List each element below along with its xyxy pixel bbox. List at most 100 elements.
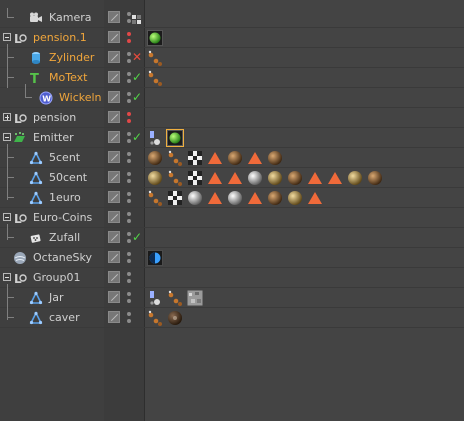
object-name[interactable]: Jar bbox=[49, 291, 64, 304]
gold-sphere-icon[interactable] bbox=[347, 170, 363, 186]
texture-dots-icon[interactable] bbox=[147, 70, 163, 86]
object-name[interactable]: MoText bbox=[49, 71, 87, 84]
editor-visibility-dot[interactable] bbox=[127, 192, 131, 196]
layer-color-icon[interactable] bbox=[108, 131, 120, 143]
gold-sphere-icon[interactable] bbox=[287, 190, 303, 206]
render-visibility-dot[interactable] bbox=[127, 299, 131, 303]
gold-sphere-icon[interactable] bbox=[267, 170, 283, 186]
object-row[interactable]: Zufall ✓ bbox=[0, 228, 464, 248]
gold-sphere-icon[interactable] bbox=[147, 170, 163, 186]
render-visibility-dot[interactable] bbox=[127, 199, 131, 203]
render-visibility-dot[interactable] bbox=[127, 39, 131, 43]
collapse-icon[interactable] bbox=[3, 33, 11, 41]
object-name[interactable]: Wickeln bbox=[59, 91, 102, 104]
render-visibility-dot[interactable] bbox=[127, 239, 131, 243]
orange-triangle-icon[interactable] bbox=[307, 190, 323, 206]
render-visibility-dot[interactable] bbox=[127, 279, 131, 283]
object-name[interactable]: 5cent bbox=[49, 151, 80, 164]
collapse-icon[interactable] bbox=[3, 213, 11, 221]
texture-dots-icon[interactable] bbox=[147, 310, 163, 326]
collapse-icon[interactable] bbox=[3, 133, 11, 141]
orange-triangle-icon[interactable] bbox=[327, 170, 343, 186]
object-name[interactable]: pension bbox=[33, 111, 76, 124]
object-name[interactable]: 1euro bbox=[49, 191, 81, 204]
layer-color-icon[interactable] bbox=[108, 251, 120, 263]
object-name[interactable]: OctaneSky bbox=[33, 251, 92, 264]
editor-visibility-dot[interactable] bbox=[127, 92, 131, 96]
brown-sphere-icon[interactable] bbox=[267, 190, 283, 206]
object-row[interactable]: Kamera bbox=[0, 8, 464, 28]
editor-visibility-dot[interactable] bbox=[127, 232, 131, 236]
layer-color-icon[interactable] bbox=[108, 311, 120, 323]
object-name[interactable]: Zylinder bbox=[49, 51, 94, 64]
brown-sphere-icon[interactable] bbox=[287, 170, 303, 186]
object-row[interactable]: 5cent bbox=[0, 148, 464, 168]
render-visibility-dot[interactable] bbox=[127, 159, 131, 163]
texture-dots-icon[interactable] bbox=[167, 150, 183, 166]
render-visibility-dot[interactable] bbox=[127, 259, 131, 263]
expand-icon[interactable] bbox=[3, 113, 11, 121]
layer-color-icon[interactable] bbox=[108, 31, 120, 43]
editor-visibility-dot[interactable] bbox=[127, 312, 131, 316]
object-row[interactable]: caver bbox=[0, 308, 464, 328]
render-visibility-dot[interactable] bbox=[127, 319, 131, 323]
layer-color-icon[interactable] bbox=[108, 171, 120, 183]
editor-visibility-dot[interactable] bbox=[127, 12, 131, 16]
brown-sphere-icon[interactable] bbox=[227, 150, 243, 166]
brown-sphere-icon[interactable] bbox=[367, 170, 383, 186]
layer-color-icon[interactable] bbox=[108, 291, 120, 303]
enabled-check-icon[interactable]: ✓ bbox=[132, 90, 142, 104]
brown-sphere-icon[interactable] bbox=[267, 150, 283, 166]
checker-icon[interactable] bbox=[187, 150, 203, 166]
orange-triangle-icon[interactable] bbox=[207, 190, 223, 206]
editor-visibility-dot[interactable] bbox=[127, 152, 131, 156]
checker-icon[interactable] bbox=[187, 170, 203, 186]
brown-sphere-icon[interactable] bbox=[147, 150, 163, 166]
enabled-check-icon[interactable]: ✓ bbox=[132, 70, 142, 84]
render-visibility-dot[interactable] bbox=[127, 19, 131, 23]
editor-visibility-dot[interactable] bbox=[127, 32, 131, 36]
texture-dots-icon[interactable] bbox=[167, 170, 183, 186]
checker-icon[interactable] bbox=[167, 190, 183, 206]
layer-color-icon[interactable] bbox=[108, 71, 120, 83]
enabled-check-icon[interactable]: ✓ bbox=[132, 230, 142, 244]
layer-color-icon[interactable] bbox=[108, 11, 120, 23]
collapse-icon[interactable] bbox=[3, 273, 11, 281]
object-row[interactable]: W Wickeln ✓ bbox=[0, 88, 464, 108]
texture-dots-icon[interactable] bbox=[167, 290, 183, 306]
object-row[interactable]: L Group01 bbox=[0, 268, 464, 288]
object-row[interactable]: 1euro bbox=[0, 188, 464, 208]
object-name[interactable]: pension.1 bbox=[33, 31, 87, 44]
object-name[interactable]: Kamera bbox=[49, 11, 92, 24]
object-row[interactable]: Lpension.1 bbox=[0, 28, 464, 48]
noise-texture-icon[interactable] bbox=[187, 290, 203, 306]
object-row[interactable]: OctaneSky bbox=[0, 248, 464, 268]
silver-sphere-icon[interactable] bbox=[227, 190, 243, 206]
render-visibility-dot[interactable] bbox=[127, 99, 131, 103]
camera-view-icon[interactable] bbox=[132, 13, 141, 27]
object-name[interactable]: 50cent bbox=[49, 171, 87, 184]
dark-brown-sphere-icon[interactable] bbox=[167, 310, 183, 326]
editor-visibility-dot[interactable] bbox=[127, 252, 131, 256]
disabled-cross-icon[interactable]: ✕ bbox=[132, 50, 142, 64]
particle-icon[interactable] bbox=[147, 130, 163, 146]
render-visibility-dot[interactable] bbox=[127, 219, 131, 223]
orange-triangle-icon[interactable] bbox=[207, 170, 223, 186]
editor-visibility-dot[interactable] bbox=[127, 112, 131, 116]
orange-triangle-icon[interactable] bbox=[207, 150, 223, 166]
object-row[interactable]: 50cent bbox=[0, 168, 464, 188]
orange-triangle-icon[interactable] bbox=[247, 150, 263, 166]
object-row[interactable]: Jar bbox=[0, 288, 464, 308]
render-visibility-dot[interactable] bbox=[127, 119, 131, 123]
layer-color-icon[interactable] bbox=[108, 111, 120, 123]
render-visibility-dot[interactable] bbox=[127, 179, 131, 183]
layer-color-icon[interactable] bbox=[108, 91, 120, 103]
editor-visibility-dot[interactable] bbox=[127, 52, 131, 56]
editor-visibility-dot[interactable] bbox=[127, 72, 131, 76]
object-row[interactable]: Emitter ✓ bbox=[0, 128, 464, 148]
green-material-icon[interactable] bbox=[147, 30, 163, 46]
enabled-check-icon[interactable]: ✓ bbox=[132, 130, 142, 144]
layer-color-icon[interactable] bbox=[108, 211, 120, 223]
render-visibility-dot[interactable] bbox=[127, 59, 131, 63]
object-name[interactable]: Euro-Coins bbox=[33, 211, 92, 224]
